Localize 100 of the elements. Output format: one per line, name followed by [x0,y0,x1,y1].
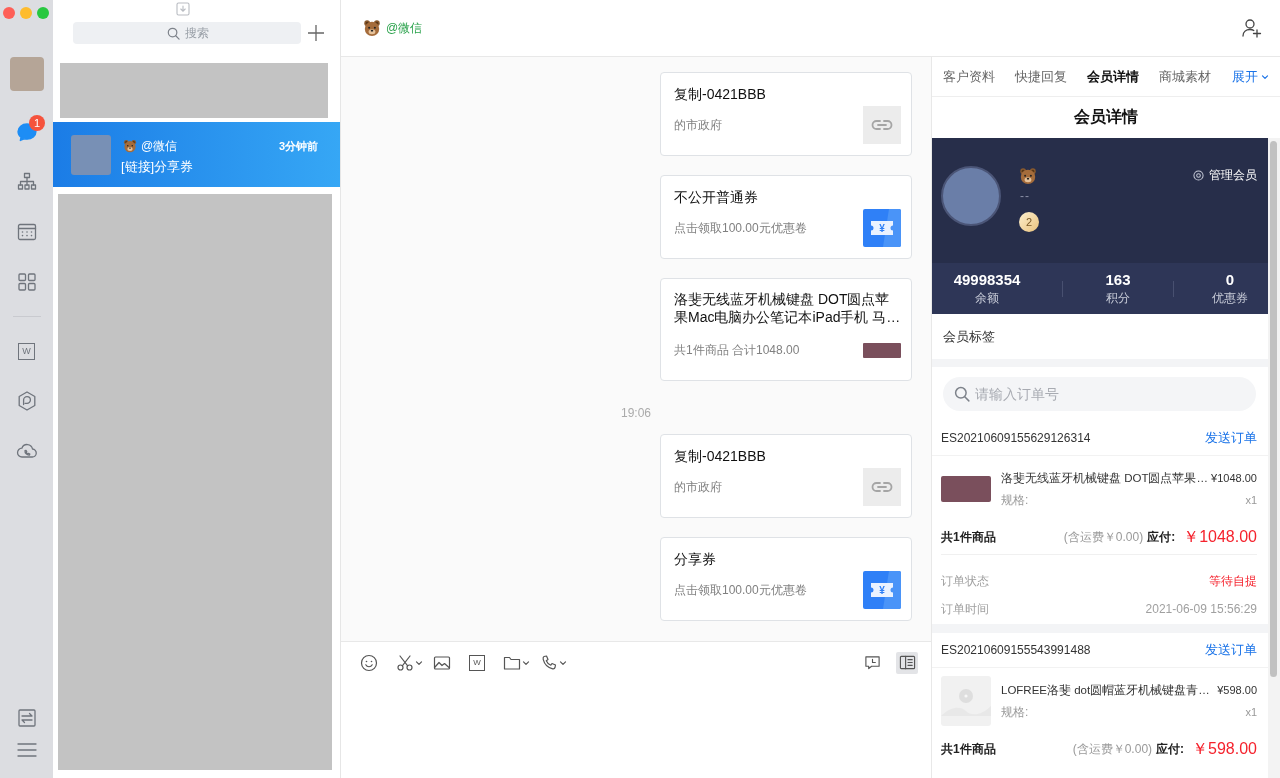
conversation-item[interactable]: @微信 3分钟前 [链接]分享券 [53,122,340,187]
manage-member-button[interactable]: 管理会员 [1193,167,1257,183]
stat-value: 163 [1105,271,1131,289]
order-number: ES20210609155543991488 [941,643,1091,657]
card-description: 的市政府 [674,478,722,496]
scissors-icon[interactable] [396,653,414,672]
quantity: x1 [1245,493,1257,506]
link-icon [863,468,901,506]
item-count: 共1件商品 [941,741,996,758]
document-icon[interactable]: W [469,654,485,671]
grid-icon[interactable] [15,271,38,293]
coupon-card[interactable]: 分享券 点击领取100.00元优惠卷 ¥ [660,537,912,621]
switch-icon[interactable] [15,707,38,729]
send-order-link[interactable]: 发送订单 [1205,641,1257,659]
item-count: 共1件商品 [941,529,996,546]
image-placeholder-icon [941,675,991,726]
card-title: 不公开普通券 [674,188,759,207]
search-icon [954,386,970,402]
stat-label: 优惠券 [1212,290,1248,306]
bear-icon [1019,167,1037,185]
bear-icon [123,139,137,153]
contact-name: @微信 [141,137,178,155]
coupon-icon: ¥ [863,209,901,247]
shipping-fee: (含运费￥0.00) [1063,529,1144,546]
level-badge: 2 [1019,212,1039,232]
order-search-field[interactable]: 请输入订单号 [943,377,1256,411]
detail-value: 2021-06-09 15:56:29 [1145,602,1257,616]
stat-label: 余额 [975,290,999,306]
card-title: 洛斐无线蓝牙机械键盘 DOT圆点苹果Mac电脑办公笔记本iPad手机 马… [674,290,901,326]
avatar-photo [941,166,1001,226]
amount-due-label: 应付: [1156,741,1185,758]
search-field[interactable]: 搜索 [73,22,301,44]
avatar-photo[interactable] [9,57,44,91]
card-description: 的市政府 [674,116,722,134]
bear-icon [363,19,381,37]
spec-label: 规格: [1001,491,1029,508]
product-title: 洛斐无线蓝牙机械键盘 DOT圆点苹果… [1001,470,1208,486]
message-time: 3分钟前 [278,138,318,154]
total-price: ￥1048.00 [1183,527,1257,547]
tab[interactable]: 商城素材 [1159,67,1211,86]
ring-icon [1193,169,1204,181]
sidebar-icon [898,654,916,671]
send-order-link[interactable]: 发送订单 [1205,429,1257,447]
add-user-icon[interactable] [1241,17,1263,39]
product-title: LOFREE洛斐 dot圆帽蓝牙机械键盘青… [1001,682,1210,698]
caret-icon[interactable] [559,658,567,667]
link-card[interactable]: 复制-0421BBB 的市政府 [660,72,912,156]
scrollbar-thumb[interactable] [1270,141,1277,677]
stat-value: 0 [1225,271,1235,289]
emoji-icon[interactable] [360,653,378,672]
tab[interactable]: 快捷回复 [1015,67,1067,86]
calendar-icon[interactable] [15,221,38,243]
download-icon[interactable] [176,2,190,16]
total-price: ￥598.00 [1192,739,1257,759]
detail-label: 订单时间 [941,600,989,618]
phone-icon[interactable] [540,653,558,672]
message-clock-icon [863,654,881,671]
order-number: ES20210609155629126314 [941,431,1091,445]
side-panel-button[interactable] [896,651,918,674]
image-icon[interactable] [433,653,451,672]
product-photo [863,342,901,358]
unread-badge: 1 [29,115,45,131]
card-description: 点击领取100.00元优惠卷 [674,581,807,599]
avatar-photo [71,134,111,175]
product-price: ¥1048.00 [1211,471,1257,484]
coupon-card[interactable]: 不公开普通券 点击领取100.00元优惠卷 ¥ [660,175,912,259]
quantity: x1 [1245,705,1257,718]
document-icon[interactable]: W [18,342,35,360]
plus-icon[interactable] [306,23,326,43]
shipping-fee: (含运费￥0.00) [1072,741,1153,758]
card-description: 共1件商品 合计1048.00 [674,341,800,359]
coupon-icon: ¥ [863,571,901,609]
stat-label: 积分 [1106,290,1130,306]
tab[interactable]: 会员详情 [1087,67,1139,86]
caret-icon [1261,72,1269,81]
product-price: ¥598.00 [1217,683,1257,696]
amount-due-label: 应付: [1147,529,1176,546]
detail-value: 等待自提 [1209,572,1257,590]
card-description: 点击领取100.00元优惠卷 [674,219,807,237]
link-icon [863,106,901,144]
expand-button[interactable]: 展开 [1232,67,1269,86]
search-icon [167,27,180,40]
link-card[interactable]: 复制-0421BBB 的市政府 [660,434,912,518]
product-photo [941,475,991,502]
caret-icon[interactable] [415,658,423,667]
card-title: 复制-0421BBB [674,447,767,466]
member-tags-label[interactable]: 会员标签 [932,314,1268,359]
message-preview: [链接]分享券 [121,158,195,176]
contact-name: @微信 [386,19,423,37]
stat-value: 49998354 [953,271,1021,289]
caret-icon[interactable] [522,658,530,667]
panel-title: 会员详情 [1073,107,1139,127]
product-card[interactable]: 洛斐无线蓝牙机械键盘 DOT圆点苹果Mac电脑办公笔记本iPad手机 马… 共1件商品 合计1048.00 [660,278,912,381]
detail-label: 订单状态 [941,572,989,590]
tab[interactable]: 客户资料 [943,67,995,86]
card-title: 分享券 [674,550,717,569]
member-subtitle: -- [1020,189,1030,203]
message-timestamp: 19:06 [621,405,651,422]
close-button[interactable] [3,7,15,19]
org-chart-icon[interactable] [15,171,38,193]
